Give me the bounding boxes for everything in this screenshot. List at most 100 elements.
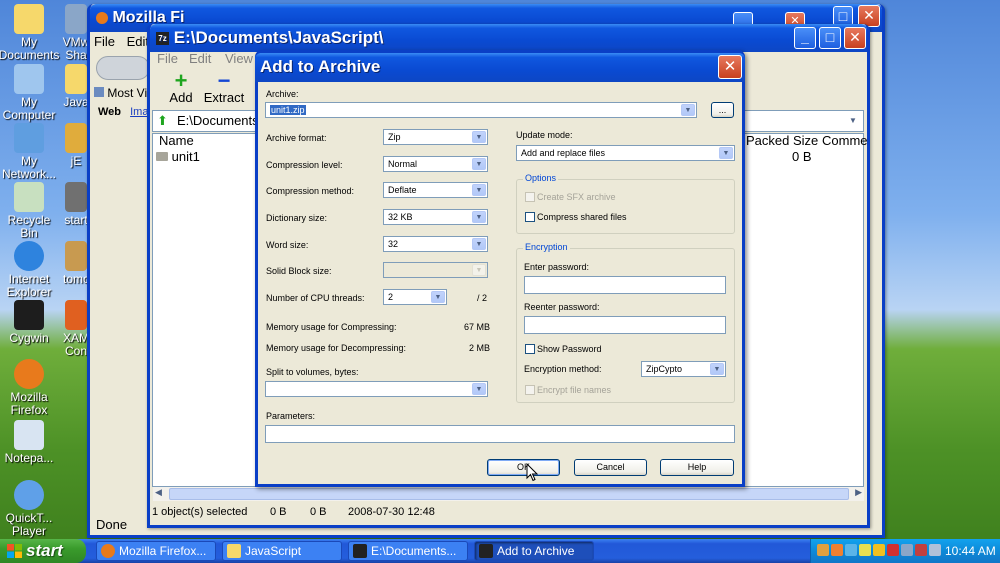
desktop-icon-internet-explorer[interactable]: Internet Explorer <box>0 241 60 299</box>
chevron-down-icon[interactable]: ▼ <box>681 104 695 116</box>
list-item[interactable]: unit1 <box>156 149 200 165</box>
my-computer-icon <box>14 64 44 94</box>
close-button[interactable]: ✕ <box>718 55 742 79</box>
start-label: start <box>26 541 63 560</box>
tray-icon-8[interactable] <box>915 544 927 556</box>
tray-icon-7[interactable] <box>901 544 913 556</box>
reenter-password-input[interactable] <box>524 316 726 334</box>
cpu-threads-select[interactable]: 2 ▼ <box>383 289 447 305</box>
desktop-icon-my-documents[interactable]: My Documents <box>0 4 60 62</box>
help-button[interactable]: Help <box>660 459 734 476</box>
tray-icon-3[interactable] <box>845 544 857 556</box>
taskbar-button-firefox[interactable]: Mozilla Firefox... <box>96 541 216 561</box>
chevron-down-icon[interactable]: ▼ <box>710 363 724 375</box>
bookmark-most-visited[interactable]: Most Vi <box>107 86 147 100</box>
parameters-input[interactable] <box>265 425 735 443</box>
maximize-button[interactable]: □ <box>819 27 841 49</box>
menu-file[interactable]: File <box>94 34 115 49</box>
archive-name-combo[interactable]: unit1.zip ▼ <box>265 102 697 118</box>
status-bar: Done <box>96 517 128 532</box>
desktop-icon-mozilla-firefox[interactable]: Mozilla Firefox <box>0 359 60 417</box>
column-header-packed-size[interactable]: Packed Size <box>746 133 818 149</box>
update-mode-value: Add and replace files <box>521 148 606 158</box>
compress-shared-label: Compress shared files <box>537 212 627 222</box>
horizontal-scrollbar[interactable]: ◀ ▶ <box>153 487 864 501</box>
column-header-comment[interactable]: Comme <box>822 133 868 149</box>
word-size-select[interactable]: 32 ▼ <box>383 236 488 252</box>
chevron-down-icon[interactable]: ▼ <box>431 291 445 303</box>
chevron-down-icon[interactable]: ▼ <box>472 158 486 170</box>
desktop-icon-recycle-bin[interactable]: Recycle Bin <box>0 182 60 240</box>
chevron-down-icon[interactable]: ▼ <box>472 184 486 196</box>
taskbar-button-javascript[interactable]: JavaScript <box>222 541 342 561</box>
enter-password-input[interactable] <box>524 276 726 294</box>
taskbar-button-add-to-archive[interactable]: Add to Archive <box>474 541 594 561</box>
chevron-down-icon[interactable]: ▼ <box>472 211 486 223</box>
column-header-name[interactable]: Name <box>159 133 194 149</box>
dialog-title-bar[interactable]: Add to Archive <box>255 53 745 82</box>
menu-view[interactable]: View <box>225 51 253 66</box>
desktop-icon-my-network[interactable]: My Network... <box>0 123 60 181</box>
split-volumes-combo[interactable]: ▼ <box>265 381 488 397</box>
archive-format-select[interactable]: Zip ▼ <box>383 129 488 145</box>
maximize-button[interactable]: □ <box>833 6 853 26</box>
volume-icon[interactable] <box>929 544 941 556</box>
chevron-down-icon[interactable]: ▼ <box>472 131 486 143</box>
desktop-icon-notepad[interactable]: Notepa... <box>0 420 60 465</box>
menu-file[interactable]: File <box>157 51 178 66</box>
tab-images[interactable]: Ima <box>130 106 148 118</box>
desktop-icon-label: Cygwin <box>9 331 49 345</box>
dictionary-size-select[interactable]: 32 KB ▼ <box>383 209 488 225</box>
add-button[interactable]: + Add <box>166 70 196 106</box>
chevron-down-icon[interactable]: ▼ <box>472 238 486 250</box>
compress-shared-checkbox[interactable] <box>525 212 535 222</box>
desktop-icon-quicktime[interactable]: QuickT... Player <box>0 480 60 538</box>
taskbar-button-7zip[interactable]: E:\Documents... <box>348 541 468 561</box>
compression-method-select[interactable]: Deflate ▼ <box>383 182 488 198</box>
tray-icon-4[interactable] <box>859 544 871 556</box>
up-folder-icon[interactable]: ⬆ <box>157 114 168 128</box>
compression-level-select[interactable]: Normal ▼ <box>383 156 488 172</box>
show-password-checkbox[interactable] <box>525 344 535 354</box>
scroll-left-arrow[interactable]: ◀ <box>155 487 162 498</box>
close-button[interactable]: ✕ <box>844 27 866 49</box>
tray-icon-6[interactable] <box>887 544 899 556</box>
clock[interactable]: 10:44 AM <box>945 544 996 558</box>
cancel-button[interactable]: Cancel <box>574 459 647 476</box>
minimize-button[interactable]: _ <box>794 27 816 49</box>
ok-button[interactable]: OK <box>487 459 560 476</box>
address-text: E:\Documents <box>177 113 259 128</box>
update-mode-select[interactable]: Add and replace files ▼ <box>516 145 735 161</box>
menu-edit[interactable]: Edit <box>127 34 149 49</box>
xampp-icon <box>65 300 87 330</box>
tab-web[interactable]: Web <box>98 106 121 118</box>
desktop-icon-cygwin[interactable]: Cygwin <box>0 300 60 345</box>
chevron-down-icon[interactable]: ▼ <box>845 113 861 129</box>
windows-logo-icon <box>7 544 22 558</box>
shield-icon[interactable] <box>873 544 885 556</box>
extract-button[interactable]: − Extract <box>203 70 245 106</box>
start-button[interactable]: start <box>0 539 86 563</box>
folder-icon <box>156 152 168 161</box>
encryption-method-label: Encryption method: <box>524 364 602 374</box>
tray-icon-2[interactable] <box>831 544 843 556</box>
encryption-method-select[interactable]: ZipCypto ▼ <box>641 361 726 377</box>
browse-button[interactable]: ... <box>711 102 734 118</box>
folder-icon <box>65 64 87 94</box>
scroll-right-arrow[interactable]: ▶ <box>855 487 862 498</box>
tray-icon-1[interactable] <box>817 544 829 556</box>
scroll-thumb[interactable] <box>169 488 849 500</box>
chevron-down-icon[interactable]: ▼ <box>472 383 486 395</box>
sevenzip-title-bar[interactable]: 7z E:\Documents\JavaScript\ <box>150 24 867 52</box>
desktop-icon-my-computer[interactable]: My Computer <box>0 64 60 122</box>
desktop-icon-label: Recycle Bin <box>7 213 51 240</box>
my-network-icon <box>14 123 44 153</box>
sevenzip-icon: 7z <box>156 32 169 46</box>
menu-edit[interactable]: Edit <box>189 51 211 66</box>
cygwin-icon <box>14 300 44 330</box>
desktop-icon-label: Notepa... <box>4 451 54 465</box>
cpu-threads-value: 2 <box>388 292 394 302</box>
sevenzip-icon <box>479 544 493 558</box>
nav-back-forward[interactable] <box>96 56 150 80</box>
chevron-down-icon[interactable]: ▼ <box>719 147 733 159</box>
